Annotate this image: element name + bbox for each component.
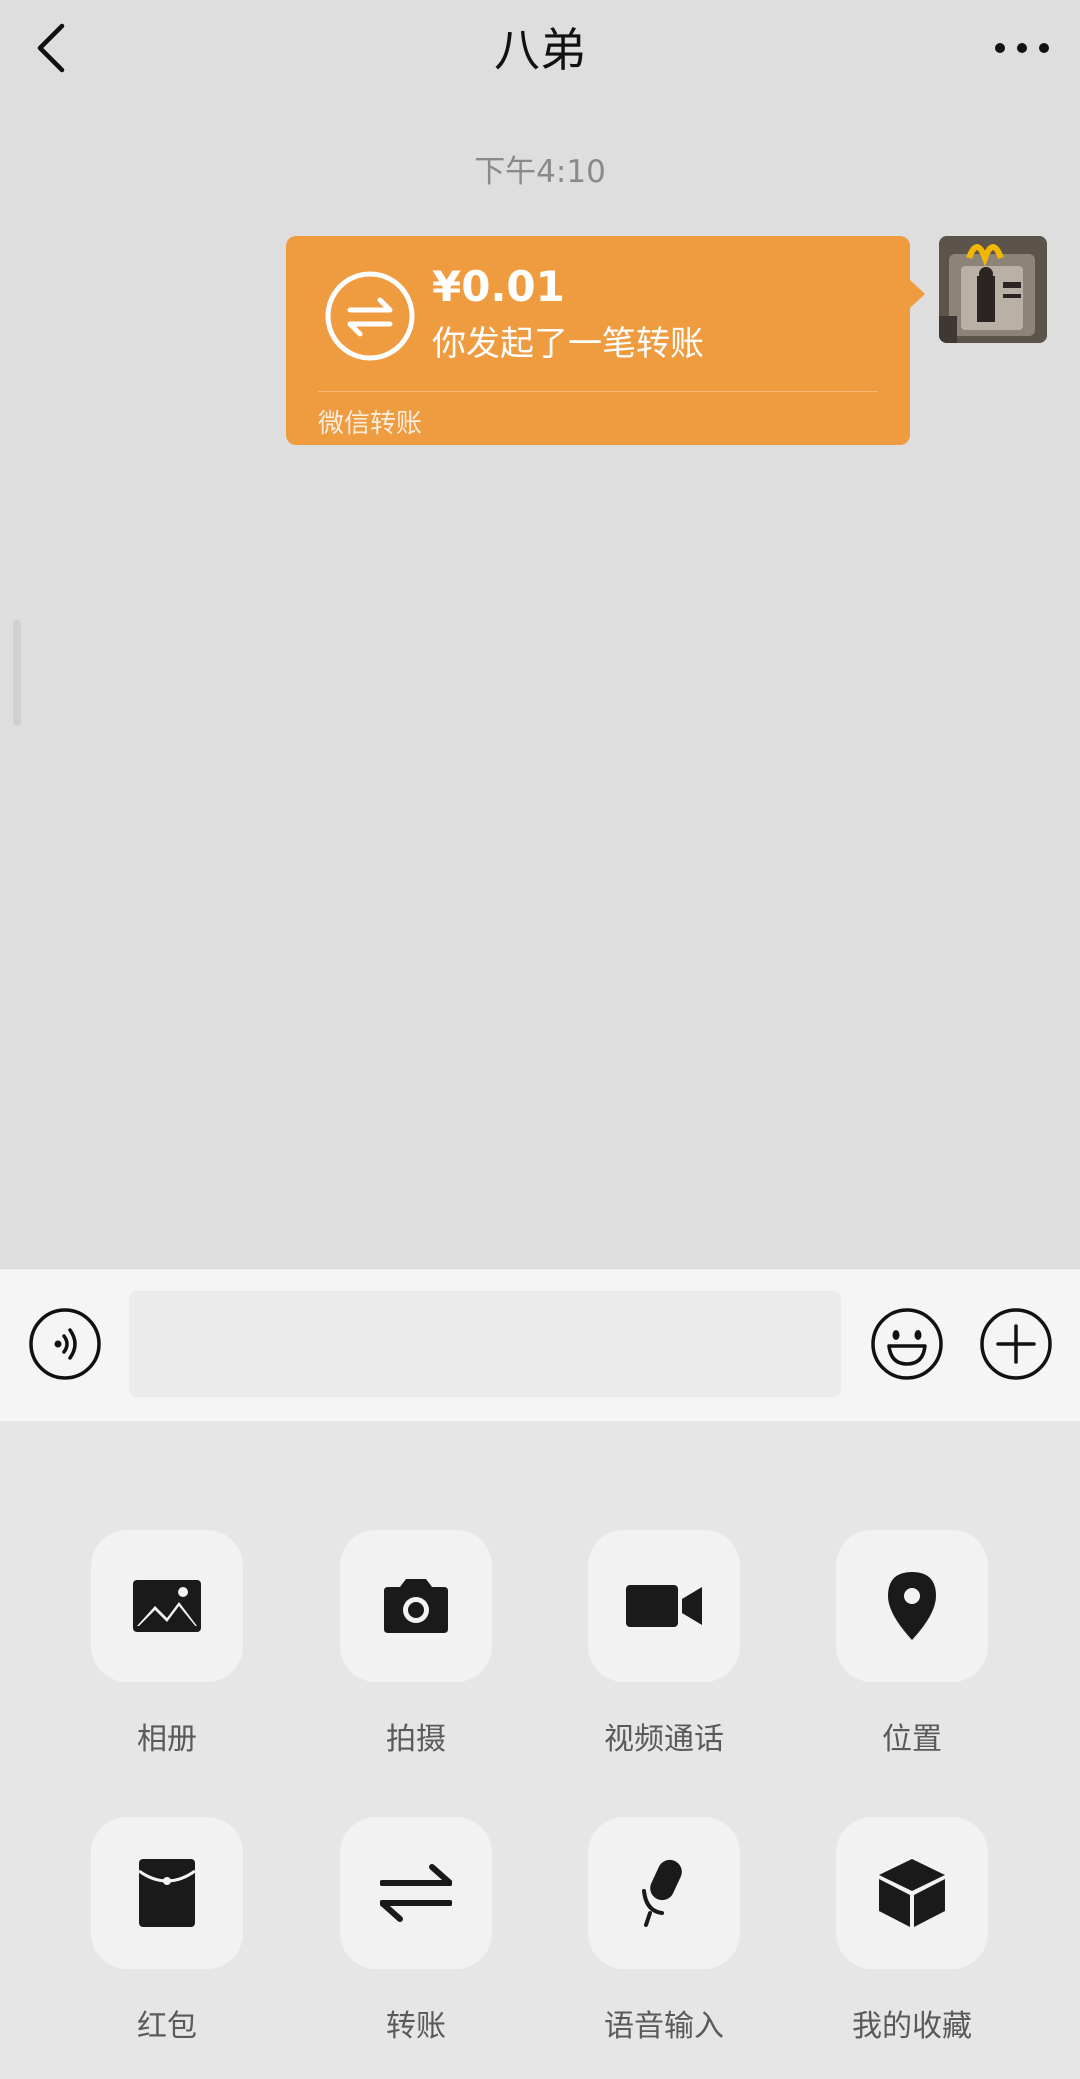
transfer-description: 你发起了一笔转账 [432,324,704,364]
panel-item-album[interactable]: 相册 [91,1530,243,1757]
panel-item-favorites[interactable]: 我的收藏 [836,1817,988,2044]
transfer-arrows-icon [325,271,415,361]
panel-item-label: 视频通话 [604,1722,724,1757]
microphone-icon [642,1859,682,1927]
message-timestamp: 下午4:10 [474,154,606,190]
panel-item-label: 红包 [137,2009,197,2044]
voice-button[interactable] [27,1306,103,1382]
transfer-icon [380,1864,452,1922]
panel-item-label: 相册 [137,1722,197,1757]
panel-item-label: 语音输入 [604,2009,724,2044]
panel-item-video-call[interactable]: 视频通话 [588,1530,740,1757]
avatar-image [939,236,1047,343]
chat-title: 八弟 [494,23,586,77]
panel-item-location[interactable]: 位置 [836,1530,988,1757]
message-input[interactable] [129,1291,841,1397]
panel-item-voice-input[interactable]: 语音输入 [588,1817,740,2044]
photo-album-icon [133,1580,201,1632]
chat-header: 八弟 [0,0,1080,96]
emoji-button[interactable] [869,1306,945,1382]
panel-item-label: 位置 [882,1722,942,1757]
panel-item-label: 我的收藏 [852,2009,972,2044]
avatar[interactable] [939,236,1047,343]
emoji-icon [871,1308,943,1380]
panel-item-label: 转账 [386,2009,446,2044]
transfer-footer-label: 微信转账 [318,409,423,439]
more-functions-panel: 相册 拍摄 视频通话 位置 红包 转账 语音输入 我的收藏 [0,1421,1080,2079]
voice-icon [29,1308,101,1380]
red-packet-icon [138,1859,196,1927]
plus-icon [980,1308,1052,1380]
scroll-indicator [13,620,21,726]
more-button[interactable] [992,24,1052,72]
transfer-message-bubble[interactable]: ¥0.01 你发起了一笔转账 微信转账 [286,236,925,445]
panel-item-red-packet[interactable]: 红包 [91,1817,243,2044]
panel-item-transfer[interactable]: 转账 [340,1817,492,2044]
panel-item-label: 拍摄 [386,1722,446,1757]
transfer-amount: ¥0.01 [432,262,565,311]
favorites-box-icon [879,1859,945,1927]
bubble-divider [318,391,878,392]
input-bar [0,1268,1080,1422]
panel-item-camera[interactable]: 拍摄 [340,1530,492,1757]
location-pin-icon [888,1572,936,1640]
video-call-icon [626,1585,702,1627]
camera-icon [384,1579,448,1633]
more-dots-icon [995,43,1049,53]
plus-button[interactable] [978,1306,1054,1382]
